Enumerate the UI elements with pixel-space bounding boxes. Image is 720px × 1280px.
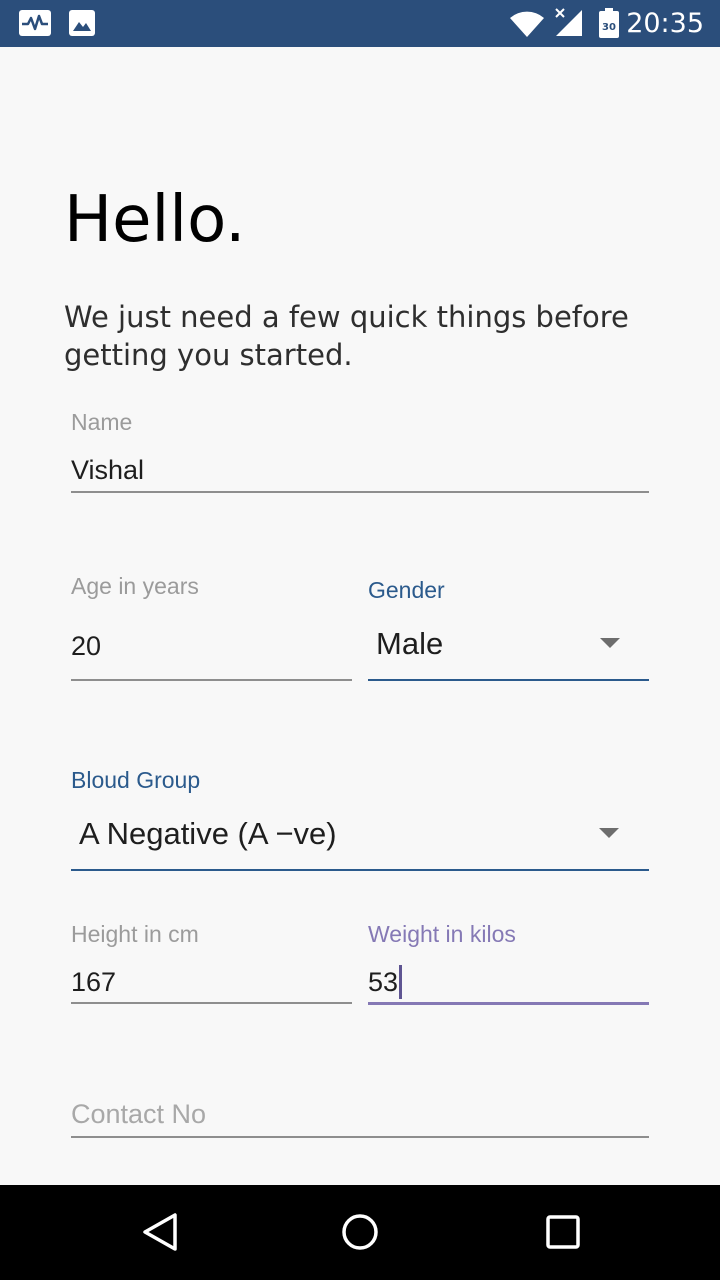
name-label: Name <box>71 409 133 435</box>
status-bar: 30 20:35 <box>0 0 720 47</box>
recents-button[interactable] <box>503 1185 623 1280</box>
blood-group-select[interactable]: A Negative (A −ve) <box>71 815 649 865</box>
gender-selected-value: Male <box>376 626 444 661</box>
contact-underline <box>71 1136 649 1138</box>
contact-input[interactable] <box>71 1097 647 1131</box>
page-subtitle: We just need a few quick things before g… <box>64 300 629 372</box>
recents-icon <box>546 1215 580 1249</box>
home-icon <box>342 1214 378 1250</box>
gender-select[interactable]: Male <box>368 625 649 675</box>
age-label: Age in years <box>71 573 199 599</box>
height-input[interactable] <box>71 965 349 999</box>
cell-signal-icon <box>555 8 582 36</box>
home-button[interactable] <box>300 1185 420 1280</box>
page-title: Hello. <box>64 183 246 257</box>
back-button[interactable] <box>100 1185 220 1280</box>
image-icon <box>69 10 95 36</box>
name-input[interactable] <box>71 453 647 487</box>
blood-group-label: Bloud Group <box>71 767 201 793</box>
pulse-app-icon <box>19 10 51 36</box>
weight-underline <box>368 1002 649 1005</box>
status-time: 20:35 <box>626 8 704 39</box>
back-icon <box>143 1213 177 1251</box>
name-underline <box>71 491 649 493</box>
age-underline <box>71 679 352 681</box>
wifi-icon <box>510 11 544 37</box>
height-label: Height in cm <box>71 921 199 947</box>
weight-label: Weight in kilos <box>368 921 516 947</box>
age-input[interactable] <box>71 629 349 663</box>
height-underline <box>71 1002 352 1004</box>
blood-group-underline <box>71 869 649 871</box>
navigation-bar <box>0 1185 720 1280</box>
dropdown-arrow-icon <box>600 638 620 648</box>
weight-input[interactable] <box>368 965 646 999</box>
blood-group-selected-value: A Negative (A −ve) <box>79 816 337 851</box>
battery-level-text: 30 <box>602 22 616 33</box>
gender-underline <box>368 679 649 681</box>
text-cursor <box>399 965 402 999</box>
dropdown-arrow-icon <box>599 828 619 838</box>
gender-label: Gender <box>368 577 445 603</box>
battery-icon: 30 <box>599 8 619 38</box>
